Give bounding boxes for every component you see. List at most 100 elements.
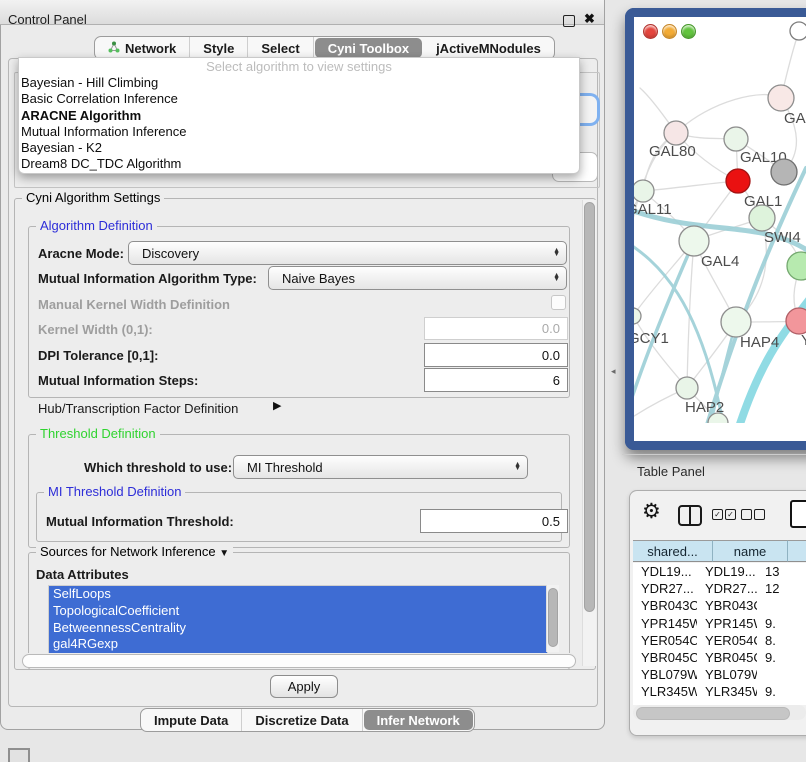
network-node-gal10[interactable] xyxy=(724,127,748,151)
expand-triangle-icon[interactable]: ▶ xyxy=(273,399,281,412)
collapse-triangle-icon[interactable]: ▼ xyxy=(219,548,229,559)
manual-kernel-checkbox[interactable] xyxy=(551,295,566,310)
attribute-item[interactable]: gal4RGexp xyxy=(49,636,547,653)
mi-type-combo[interactable]: Naive Bayes ▲▼ xyxy=(268,266,567,290)
network-node-gal4[interactable] xyxy=(679,226,709,256)
network-node-gal11[interactable] xyxy=(634,180,654,202)
mi-steps-field[interactable]: 6 xyxy=(424,368,568,392)
network-node-unlabeled[interactable] xyxy=(771,159,797,185)
tab-style[interactable]: Style xyxy=(190,37,248,59)
table-cell: YDL19... xyxy=(697,564,757,579)
kernel-width-field[interactable]: 0.0 xyxy=(424,317,568,340)
algorithm-option[interactable]: Dream8 DC_TDC Algorithm xyxy=(19,156,579,172)
network-node-gcy1[interactable] xyxy=(634,308,641,324)
float-window-icon[interactable] xyxy=(563,15,575,27)
mi-threshold-label: Mutual Information Threshold: xyxy=(46,514,234,529)
tab-jactivemnodules[interactable]: jActiveMNodules xyxy=(423,37,554,59)
table-header[interactable]: shared...nameA xyxy=(633,540,806,562)
network-canvas[interactable]: GALGAL80GAL10GAL1GAL11SWI4GAL4GCY1HAP4YH… xyxy=(634,17,806,423)
mi-threshold-field[interactable]: 0.5 xyxy=(420,509,568,533)
column-header[interactable]: A xyxy=(788,540,806,562)
divider-collapse-icon[interactable]: ◂ xyxy=(611,366,616,377)
table-hscrollbar-thumb[interactable] xyxy=(636,707,790,720)
attribute-item[interactable]: SelfLoops xyxy=(49,586,547,603)
attribute-item[interactable]: TopologicalCoefficient xyxy=(49,603,547,620)
data-attributes-list[interactable]: SelfLoopsTopologicalCoefficientBetweenne… xyxy=(48,585,548,654)
network-node-gal1[interactable] xyxy=(726,169,750,193)
table-row[interactable]: YDL19...YDL19...13 xyxy=(633,563,806,580)
sources-title-text: Sources for Network Inference xyxy=(40,544,216,559)
network-node-hap4[interactable] xyxy=(721,307,751,337)
table-row[interactable]: YLR345WYLR345W9. xyxy=(633,683,806,700)
attribute-item[interactable]: BetweennessCentrality xyxy=(49,620,547,637)
hub-section-label[interactable]: Hub/Transcription Factor Definition xyxy=(38,401,238,416)
which-threshold-combo[interactable]: MI Threshold ▲▼ xyxy=(233,455,528,479)
table-row[interactable]: YPR145WYPR145W9. xyxy=(633,615,806,632)
network-node-swi4[interactable] xyxy=(749,205,775,231)
table-row[interactable]: YBL079WYBL079W xyxy=(633,666,806,683)
combo-arrows-icon: ▲▼ xyxy=(553,274,560,283)
tab-infer-network[interactable]: Infer Network xyxy=(364,710,473,730)
node-label: HAP4 xyxy=(740,334,779,351)
threshold-definition-title: Threshold Definition xyxy=(36,427,160,441)
checked-columns-icon[interactable]: ✓ xyxy=(725,509,736,520)
algorithm-option[interactable]: Mutual Information Inference xyxy=(19,124,579,140)
network-node-hap2[interactable] xyxy=(676,377,698,399)
tab-impute-data[interactable]: Impute Data xyxy=(141,709,242,731)
unchecked-columns-icon[interactable] xyxy=(741,509,752,520)
network-node-gal80[interactable] xyxy=(664,121,688,145)
checked-columns-icon[interactable]: ✓ xyxy=(712,509,723,520)
column-header[interactable]: name xyxy=(713,540,788,562)
table-body: YDL19...YDL19...13YDR27...YDR27...12YBR0… xyxy=(633,563,806,705)
network-view-window[interactable]: GALGAL80GAL10GAL1GAL11SWI4GAL4GCY1HAP4YH… xyxy=(625,8,806,450)
table-cell: YBR043C xyxy=(633,598,697,613)
node-label: GAL xyxy=(784,110,806,127)
zoom-traffic-light-icon[interactable] xyxy=(681,24,696,39)
attributes-scrollbar-thumb[interactable] xyxy=(548,588,558,647)
algorithm-option[interactable]: Basic Correlation Inference xyxy=(19,91,579,107)
mi-type-label: Mutual Information Algorithm Type: xyxy=(38,271,257,286)
close-icon[interactable]: ✖ xyxy=(584,11,595,27)
tab-select[interactable]: Select xyxy=(248,37,313,59)
tab-discretize-data[interactable]: Discretize Data xyxy=(242,709,362,731)
control-panel-titlebar[interactable]: Control Panel ✖ xyxy=(0,0,604,25)
tab-label: Cyni Toolbox xyxy=(328,41,409,56)
network-node-unlabeled[interactable] xyxy=(790,22,806,40)
tab-cyni-toolbox[interactable]: Cyni Toolbox xyxy=(315,38,422,58)
settings-gear-icon[interactable]: ⚙ xyxy=(642,501,661,522)
table-row[interactable]: YBR045CYBR045C9. xyxy=(633,649,806,666)
panel-grip[interactable] xyxy=(8,748,30,762)
which-threshold-value: MI Threshold xyxy=(247,460,323,475)
dpi-tolerance-label: DPI Tolerance [0,1]: xyxy=(38,348,158,363)
algorithm-option[interactable]: Bayesian - K2 xyxy=(19,140,579,156)
network-node-gal[interactable] xyxy=(768,85,794,111)
manual-kernel-label: Manual Kernel Width Definition xyxy=(38,297,230,312)
algorithm-option[interactable]: Bayesian - Hill Climbing xyxy=(19,75,579,91)
table-row[interactable]: YER054CYER054C8. xyxy=(633,632,806,649)
algorithm-option[interactable]: ARACNE Algorithm xyxy=(19,108,579,124)
table-cell: YPR145W xyxy=(697,616,757,631)
column-layout-icon[interactable] xyxy=(678,505,702,526)
apply-button[interactable]: Apply xyxy=(270,675,338,698)
table-row[interactable]: YDR27...YDR27...12 xyxy=(633,580,806,597)
settings-hscrollbar-thumb[interactable] xyxy=(22,654,576,668)
table-row[interactable]: YBR043CYBR043C xyxy=(633,597,806,614)
settings-scrollbar-thumb[interactable] xyxy=(584,202,595,612)
dpi-tolerance-field[interactable]: 0.0 xyxy=(424,343,568,367)
network-node-y[interactable] xyxy=(786,308,806,334)
unchecked-columns-icon[interactable] xyxy=(754,509,765,520)
node-label: GAL4 xyxy=(701,253,739,270)
tab-network[interactable]: Network xyxy=(95,37,190,59)
panel-title: Control Panel xyxy=(8,12,87,27)
table-cell: YLR345W xyxy=(633,684,697,699)
tab-label: Select xyxy=(261,41,299,56)
column-header[interactable]: shared... xyxy=(633,540,713,562)
close-traffic-light-icon[interactable] xyxy=(643,24,658,39)
combo-arrows-icon: ▲▼ xyxy=(514,463,521,472)
aracne-mode-combo[interactable]: Discovery ▲▼ xyxy=(128,241,567,265)
new-table-icon[interactable] xyxy=(790,500,806,528)
which-threshold-label: Which threshold to use: xyxy=(84,460,232,475)
network-node-unlabeled[interactable] xyxy=(787,252,806,280)
minimize-traffic-light-icon[interactable] xyxy=(662,24,677,39)
table-cell: YDL19... xyxy=(633,564,697,579)
